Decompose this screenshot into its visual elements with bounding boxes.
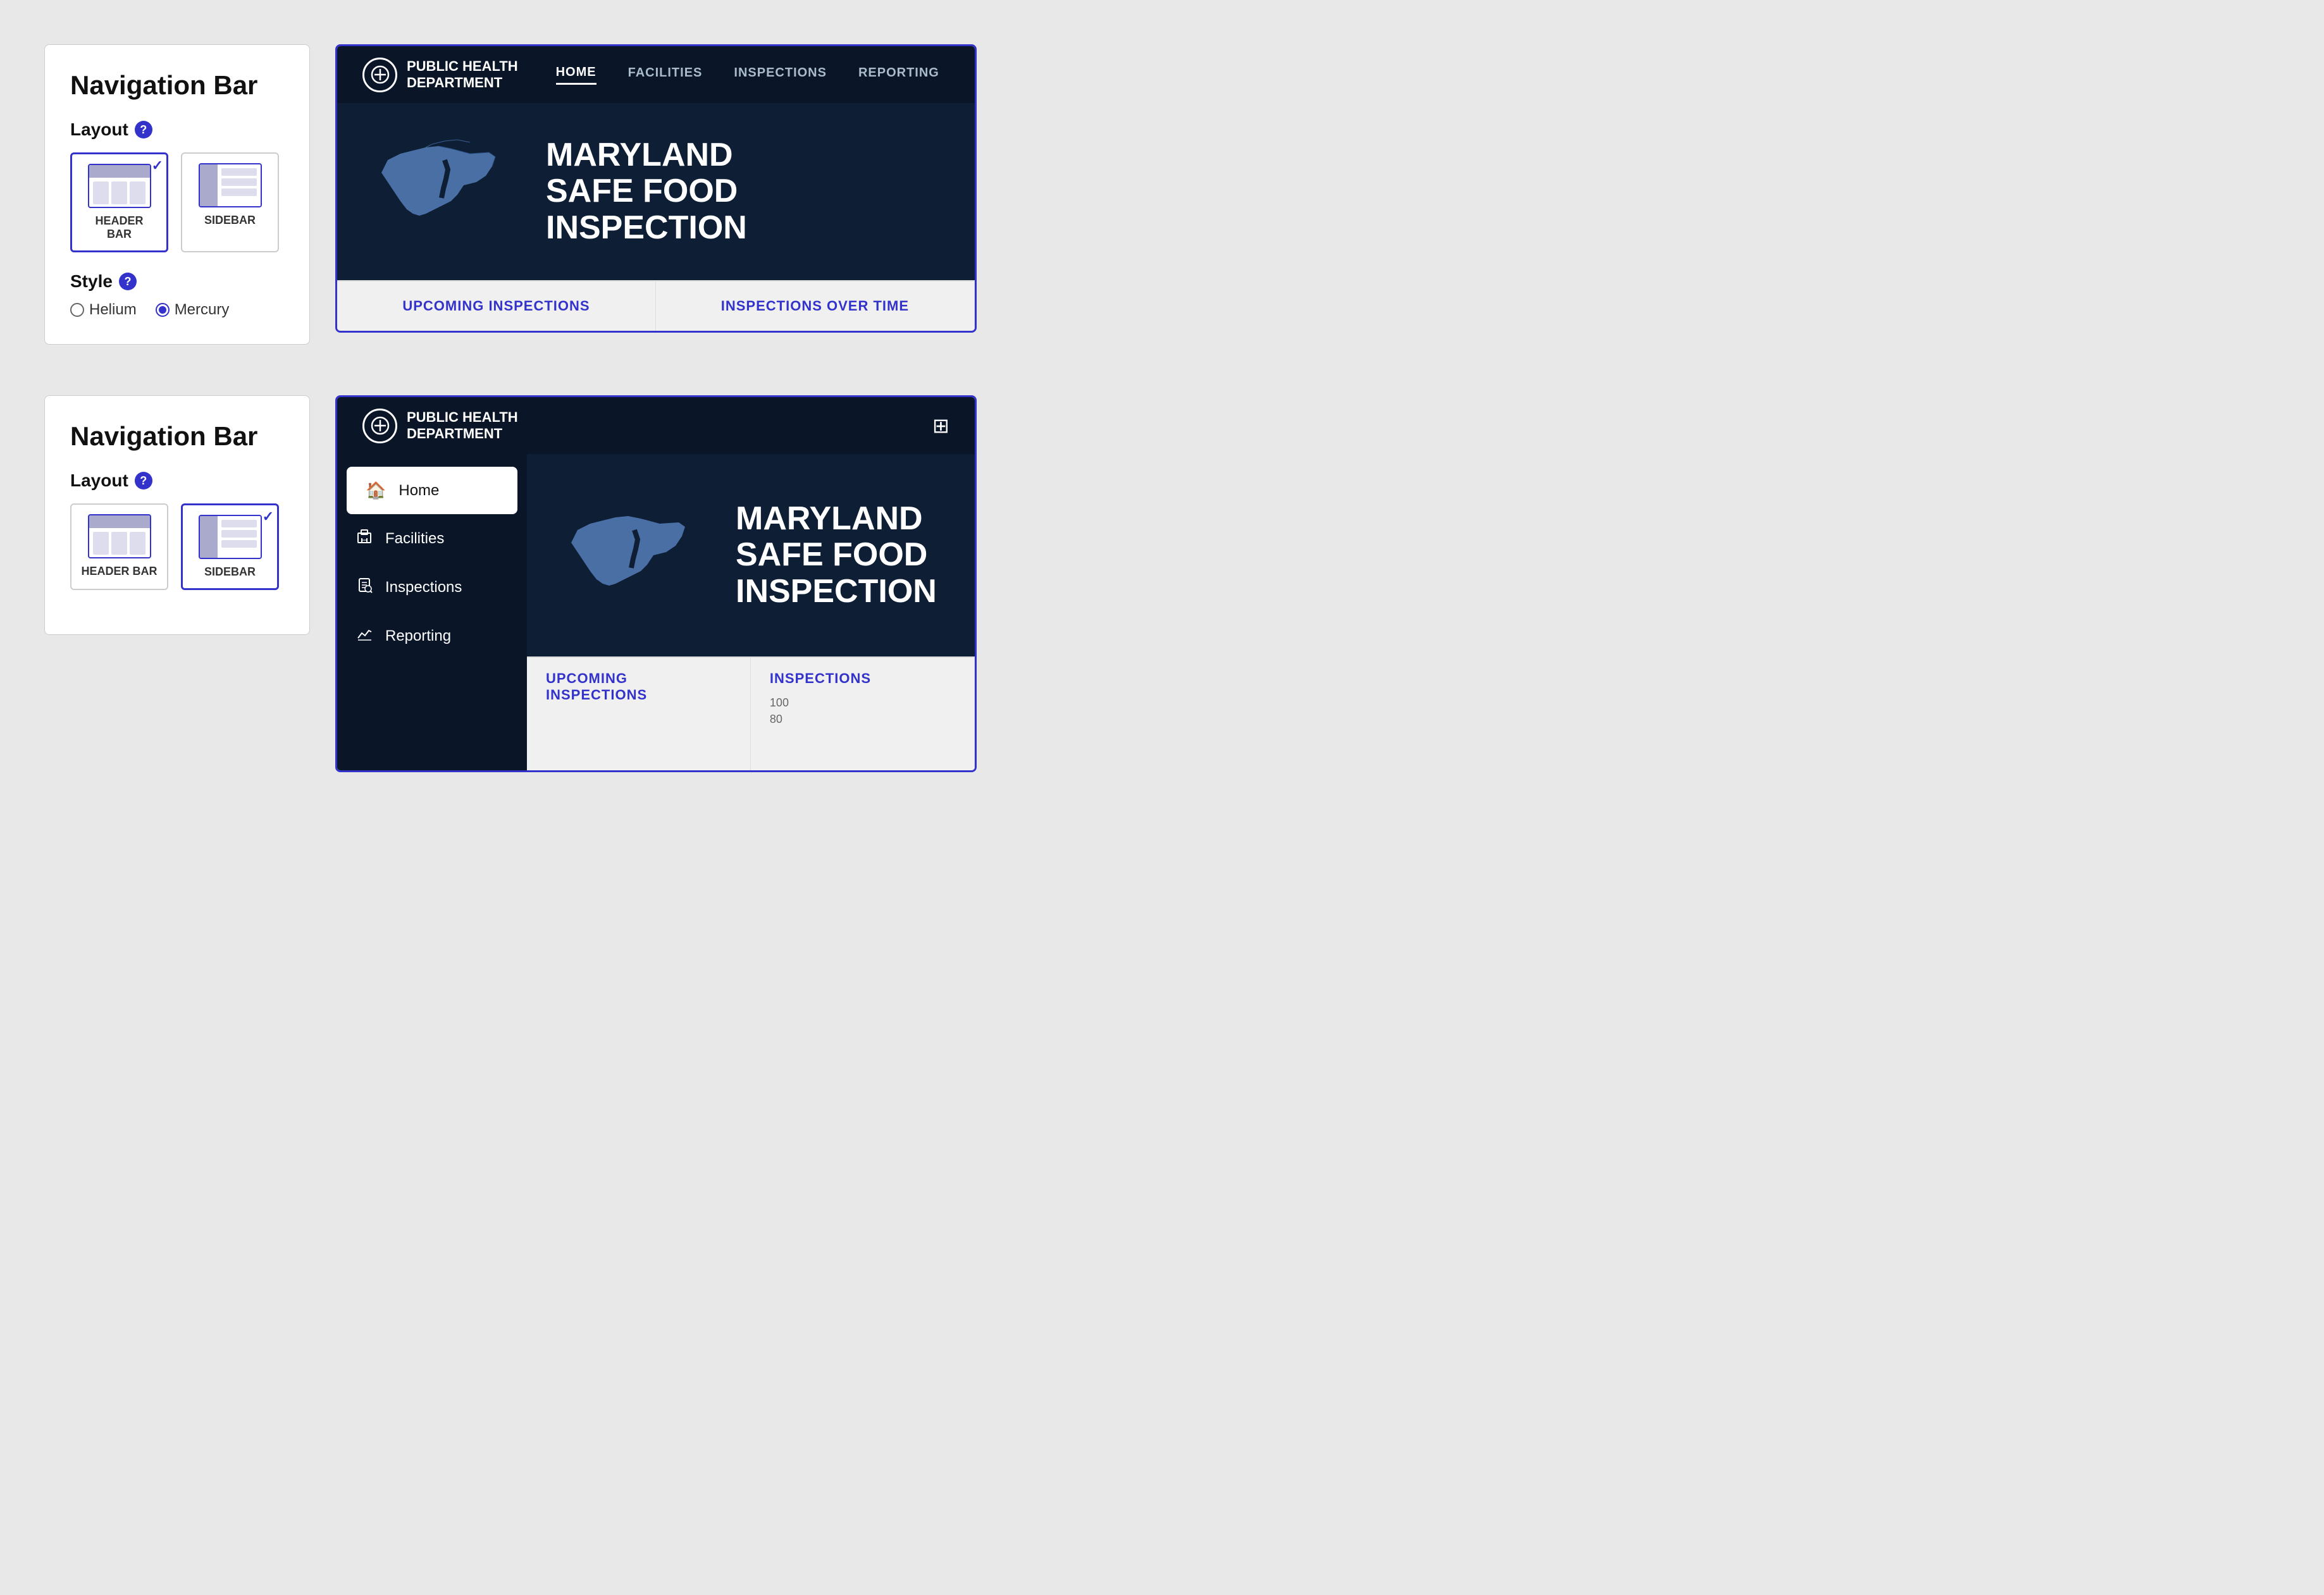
app-hero: MARYLAND SAFE FOOD INSPECTION bbox=[337, 103, 975, 280]
sidebar-inspections[interactable]: Inspections bbox=[337, 563, 527, 612]
check-icon: ✓ bbox=[152, 157, 163, 174]
app-stats-bar: UPCOMING INSPECTIONS INSPECTIONS OVER TI… bbox=[337, 280, 975, 331]
mercury-option[interactable]: Mercury bbox=[156, 301, 230, 319]
bottom-header-bar-label: HEADER BAR bbox=[81, 565, 158, 578]
style-section: Style ? Helium Mercury bbox=[70, 271, 284, 319]
nav-inspections[interactable]: INSPECTIONS bbox=[734, 66, 827, 83]
bottom-panel-title: Navigation Bar bbox=[70, 421, 284, 452]
inspections-over-time-box[interactable]: INSPECTIONS OVER TIME bbox=[656, 281, 975, 331]
bottom-upcoming-inspections[interactable]: UPCOMING INSPECTIONS bbox=[527, 658, 751, 770]
nav-facilities[interactable]: FACILITIES bbox=[628, 66, 703, 83]
style-help-icon[interactable]: ? bbox=[119, 273, 137, 290]
top-left-panel: Navigation Bar Layout ? ✓ bbox=[44, 44, 310, 345]
bottom-app-preview: PUBLIC HEALTH DEPARTMENT ⊞ 🏠 Home bbox=[335, 395, 977, 772]
bottom-logo-circle-icon bbox=[362, 409, 397, 443]
mercury-radio[interactable] bbox=[156, 303, 170, 317]
header-bar-label: HEADER BAR bbox=[82, 214, 157, 241]
style-radio-group: Helium Mercury bbox=[70, 301, 284, 319]
top-app-preview: PUBLIC HEALTH DEPARTMENT HOME FACILITIES… bbox=[335, 44, 977, 333]
helium-option[interactable]: Helium bbox=[70, 301, 137, 319]
nav-reporting[interactable]: REPORTING bbox=[858, 66, 939, 83]
bottom-upcoming-label: UPCOMING INSPECTIONS bbox=[546, 670, 731, 703]
bottom-sidebar-label: SIDEBAR bbox=[192, 565, 268, 579]
bottom-hero-title: MARYLAND SAFE FOOD INSPECTION bbox=[736, 501, 937, 610]
header-bar-icon bbox=[88, 164, 151, 208]
chart-value-100: 100 bbox=[770, 696, 955, 710]
upcoming-inspections-box[interactable]: UPCOMING INSPECTIONS bbox=[337, 281, 656, 331]
bottom-maryland-map bbox=[565, 486, 704, 625]
inspections-over-time-label: INSPECTIONS OVER TIME bbox=[721, 298, 909, 314]
sidebar-facilities[interactable]: Facilities bbox=[337, 514, 527, 563]
facilities-icon bbox=[356, 528, 373, 549]
bottom-inspections-chart[interactable]: INSPECTIONS 100 80 bbox=[751, 658, 975, 770]
app-main-content: MARYLAND SAFE FOOD INSPECTION UPCOMING I… bbox=[527, 454, 975, 770]
logo-text: PUBLIC HEALTH DEPARTMENT bbox=[407, 58, 518, 92]
logo-circle-icon bbox=[362, 58, 397, 92]
bottom-inspections-label: INSPECTIONS bbox=[770, 670, 955, 687]
bottom-stats-bar: UPCOMING INSPECTIONS INSPECTIONS 100 80 bbox=[527, 656, 975, 770]
inspections-icon bbox=[356, 577, 373, 598]
bottom-layout-options: HEADER BAR ✓ SIDEBAR bbox=[70, 503, 284, 590]
sidebar-label: SIDEBAR bbox=[192, 214, 268, 227]
bottom-layout-help-icon[interactable]: ? bbox=[135, 472, 152, 490]
app-sidebar: 🏠 Home Facil bbox=[337, 454, 527, 770]
bottom-sidebar-option[interactable]: ✓ SIDEBAR bbox=[181, 503, 279, 590]
sidebar-reporting[interactable]: Reporting bbox=[337, 612, 527, 660]
bottom-header-bar-option[interactable]: HEADER BAR bbox=[70, 503, 168, 590]
bottom-left-panel: Navigation Bar Layout ? HEA bbox=[44, 395, 310, 635]
style-section-label: Style ? bbox=[70, 271, 284, 292]
reporting-icon bbox=[356, 625, 373, 646]
bottom-logo-text: PUBLIC HEALTH DEPARTMENT bbox=[407, 409, 518, 443]
chart-values: 100 80 bbox=[770, 696, 955, 726]
grid-menu-icon[interactable]: ⊞ bbox=[932, 414, 949, 438]
home-icon: 🏠 bbox=[366, 481, 386, 500]
bottom-app-logo: PUBLIC HEALTH DEPARTMENT bbox=[362, 409, 518, 443]
upcoming-inspections-label: UPCOMING INSPECTIONS bbox=[402, 298, 590, 314]
sidebar-icon bbox=[199, 163, 262, 207]
bottom-check-icon: ✓ bbox=[263, 508, 274, 525]
bottom-app-header: PUBLIC HEALTH DEPARTMENT ⊞ bbox=[337, 397, 975, 454]
layout-section-label: Layout ? bbox=[70, 120, 284, 140]
sidebar-option[interactable]: SIDEBAR bbox=[181, 152, 279, 252]
bottom-hero: MARYLAND SAFE FOOD INSPECTION bbox=[527, 454, 975, 656]
app-nav: HOME FACILITIES INSPECTIONS REPORTING bbox=[556, 65, 939, 85]
top-panel-title: Navigation Bar bbox=[70, 70, 284, 101]
app-top-nav: PUBLIC HEALTH DEPARTMENT HOME FACILITIES… bbox=[337, 46, 975, 103]
sidebar-home[interactable]: 🏠 Home bbox=[347, 467, 517, 514]
layout-help-icon[interactable]: ? bbox=[135, 121, 152, 139]
bottom-app-body: 🏠 Home Facil bbox=[337, 454, 975, 770]
bottom-sidebar-icon bbox=[199, 515, 262, 559]
layout-options-group: ✓ HEADER BAR bbox=[70, 152, 284, 252]
header-bar-option[interactable]: ✓ HEADER BAR bbox=[70, 152, 168, 252]
chart-value-80: 80 bbox=[770, 713, 955, 726]
hero-title: MARYLAND SAFE FOOD INSPECTION bbox=[546, 137, 747, 246]
app-logo: PUBLIC HEALTH DEPARTMENT bbox=[362, 58, 518, 92]
nav-home[interactable]: HOME bbox=[556, 65, 596, 85]
bottom-header-bar-icon bbox=[88, 514, 151, 558]
maryland-map bbox=[375, 122, 514, 261]
bottom-layout-label: Layout ? bbox=[70, 471, 284, 491]
helium-radio[interactable] bbox=[70, 303, 84, 317]
